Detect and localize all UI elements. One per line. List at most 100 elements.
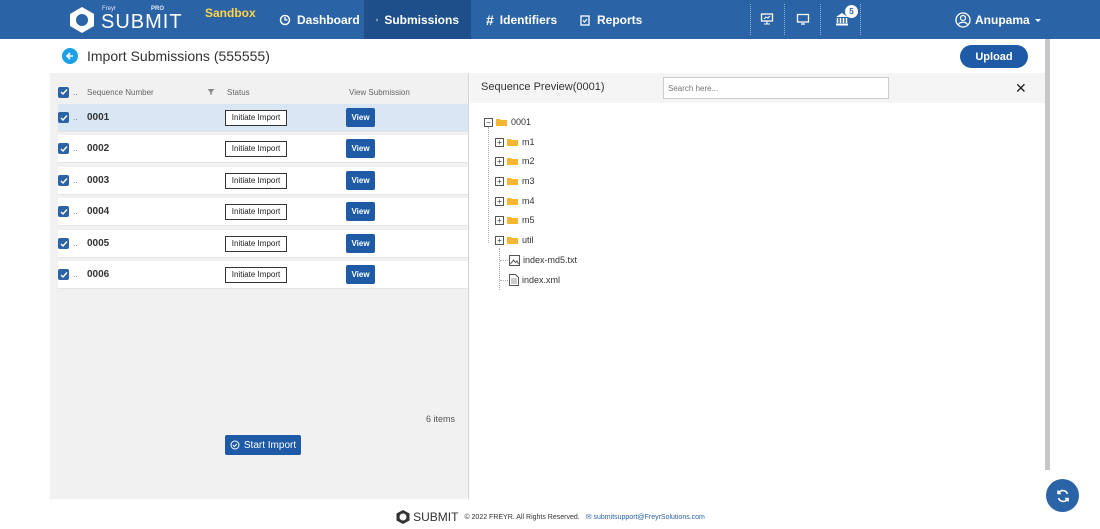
expand-icon[interactable]: + (495, 235, 504, 245)
row-checkbox[interactable] (58, 143, 69, 154)
row-menu[interactable]: .. (73, 207, 87, 216)
row-menu[interactable]: .. (73, 113, 87, 122)
submission-grid-panel: .. Sequence Number Status View Submissio… (50, 73, 469, 499)
mail-icon: ✉ (585, 514, 594, 521)
table-row[interactable]: .. 0001 Initiate Import View (58, 104, 468, 132)
nav-dashboard[interactable]: Dashboard (267, 0, 372, 39)
logo-hex-icon (70, 7, 94, 33)
table-row[interactable]: .. 0006 Initiate Import View (58, 261, 468, 289)
support-email-link[interactable]: ✉ submitsupport@FreyrSolutions.com (586, 513, 705, 521)
tree-node-label: util (522, 235, 534, 245)
arrow-left-icon (65, 52, 73, 60)
tree-node-label: m3 (522, 176, 535, 186)
tree-node-label: index.xml (522, 275, 561, 285)
view-button[interactable]: View (346, 202, 375, 221)
row-checkbox[interactable] (58, 206, 69, 217)
logo-hex-icon (396, 510, 410, 524)
view-button[interactable]: View (346, 265, 375, 284)
expand-icon[interactable]: + (495, 156, 504, 166)
image-file-icon (509, 254, 520, 266)
initiate-import-button[interactable]: Initiate Import (225, 235, 287, 252)
grid-header: .. Sequence Number Status View Submissio… (58, 81, 468, 103)
filter-icon[interactable] (207, 88, 227, 96)
folder-icon (507, 236, 518, 244)
expand-icon[interactable]: + (495, 137, 504, 147)
tree-node-label: 0001 (511, 117, 532, 127)
table-row[interactable]: .. 0005 Initiate Import View (58, 230, 468, 258)
refresh-button[interactable] (1046, 479, 1079, 512)
sequence-preview-panel: Sequence Preview(0001) ✕ − 0001 + m1 + m… (470, 73, 1045, 499)
view-button[interactable]: View (346, 171, 375, 190)
view-button[interactable]: View (346, 234, 375, 253)
expand-icon[interactable]: + (495, 176, 504, 186)
nav-identifiers[interactable]: # Identifiers (474, 0, 569, 39)
upload-button[interactable]: Upload (960, 45, 1028, 68)
app-logo[interactable]: Freyr SUBMIT PRO (68, 4, 188, 36)
tree-node-label: m1 (522, 137, 535, 147)
row-menu[interactable]: .. (73, 144, 87, 153)
table-row[interactable]: .. 0004 Initiate Import View (58, 198, 468, 226)
tree-node-file[interactable]: index.xml (509, 273, 560, 287)
initiate-import-button[interactable]: Initiate Import (225, 266, 287, 283)
view-button[interactable]: View (346, 108, 375, 127)
page-scrollbar[interactable] (1045, 39, 1050, 470)
row-menu[interactable]: .. (73, 176, 87, 185)
footer-brand: SUBMIT (413, 510, 459, 524)
collapse-icon[interactable]: − (484, 117, 493, 127)
folder-open-icon (496, 118, 507, 126)
tree-node-root[interactable]: − 0001 (484, 115, 531, 129)
presentation-icon[interactable] (756, 8, 778, 30)
tree-node-folder[interactable]: + m5 (495, 213, 535, 227)
column-header-status: Status (227, 87, 250, 97)
initiate-import-button[interactable]: Initiate Import (225, 109, 287, 126)
monitor-icon[interactable] (792, 8, 814, 30)
row-checkbox[interactable] (58, 238, 69, 249)
tree-node-folder[interactable]: + m4 (495, 194, 535, 208)
refresh-icon (1056, 489, 1069, 502)
sequence-number: 0001 (87, 112, 110, 123)
row-checkbox[interactable] (58, 112, 69, 123)
items-count: 6 items (426, 414, 456, 424)
tree-node-folder[interactable]: + m1 (495, 135, 535, 149)
initiate-import-button[interactable]: Initiate Import (225, 172, 287, 189)
close-icon[interactable]: ✕ (1015, 80, 1027, 97)
nav-submissions[interactable]: Submissions (364, 0, 471, 39)
tree-node-folder[interactable]: + util (495, 233, 534, 247)
nav-reports[interactable]: Reports (567, 0, 654, 39)
tree-node-file[interactable]: index-md5.txt (509, 253, 577, 267)
nav-divider (784, 4, 785, 35)
select-all-checkbox[interactable] (58, 86, 69, 98)
view-button[interactable]: View (346, 139, 375, 158)
row-menu[interactable]: .. (73, 239, 87, 248)
row-checkbox[interactable] (58, 269, 69, 280)
tree-node-folder[interactable]: + m3 (495, 174, 535, 188)
folder-icon (507, 177, 518, 185)
expand-icon[interactable]: + (495, 196, 504, 206)
expand-icon[interactable]: + (495, 215, 504, 225)
sequence-number: 0006 (87, 269, 110, 280)
search-input[interactable] (663, 77, 889, 99)
tree-node-label: m5 (522, 215, 535, 225)
initiate-import-button[interactable]: Initiate Import (225, 140, 287, 157)
nav-divider (820, 4, 821, 35)
row-menu[interactable]: .. (73, 270, 87, 279)
row-checkbox[interactable] (58, 175, 69, 186)
tree-node-folder[interactable]: + m2 (495, 154, 535, 168)
nav-divider (860, 4, 861, 35)
column-header-sequence[interactable]: Sequence Number (87, 88, 207, 97)
start-import-button[interactable]: Start Import (225, 435, 301, 455)
check-circle-icon (230, 440, 240, 450)
page-title: Import Submissions (555555) (87, 48, 270, 64)
back-button[interactable] (62, 48, 78, 64)
support-email: submitsupport@FreyrSolutions.com (593, 514, 705, 521)
nav-identifiers-label: Identifiers (499, 12, 558, 27)
sequence-number: 0003 (87, 175, 110, 186)
footer: SUBMIT © 2022 FREYR. All Rights Reserved… (0, 505, 1100, 529)
table-row[interactable]: .. 0002 Initiate Import View (58, 135, 468, 163)
dashboard-icon (279, 14, 291, 25)
user-menu[interactable]: Anupama (955, 0, 1042, 39)
initiate-import-button[interactable]: Initiate Import (225, 203, 287, 220)
column-menu[interactable]: .. (73, 88, 87, 97)
reports-icon (580, 14, 590, 26)
table-row[interactable]: .. 0003 Initiate Import View (58, 167, 468, 195)
